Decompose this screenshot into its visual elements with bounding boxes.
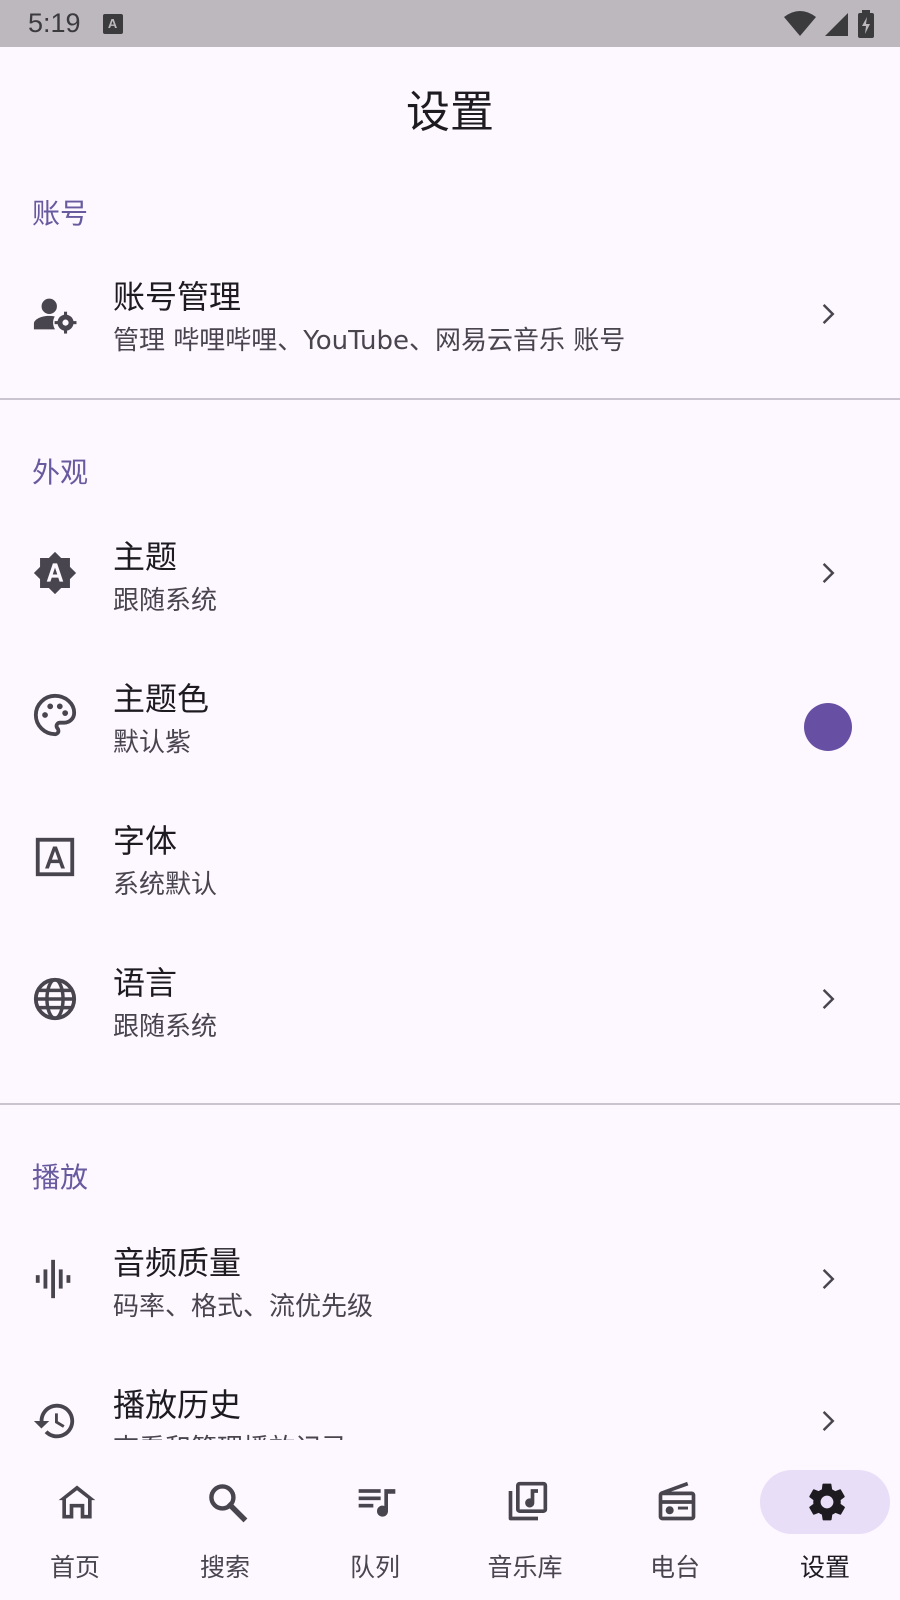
language-subtitle: 跟随系统 [113,1012,218,1042]
bottom-navigation: 首页 搜索 队列 音乐库 电台 设置 [0,1440,900,1600]
play-history-title: 播放历史 [113,1386,242,1424]
graphic-eq-icon [35,1259,71,1299]
manage-accounts-icon [33,298,77,334]
font-item[interactable]: 字体 系统默认 [0,798,900,938]
language-title: 语言 [113,964,178,1002]
chevron-right-icon [822,989,835,1009]
nav-library[interactable]: 音乐库 [450,1440,600,1600]
play-history-item[interactable]: 播放历史 查看和管理播放记录 [0,1362,900,1440]
divider [0,398,900,400]
nav-label: 队列 [349,1553,400,1582]
theme-color-title: 主题色 [113,680,210,718]
history-icon [33,1403,75,1439]
nav-label: 电台 [649,1553,700,1582]
search-icon [209,1484,248,1523]
theme-color-swatch [804,703,852,751]
theme-title: 主题 [113,538,178,576]
theme-subtitle: 跟随系统 [113,586,218,616]
radio-icon [658,1481,696,1521]
theme-color-item[interactable]: 主题色 默认紫 [0,656,900,796]
account-management-subtitle: 管理 哔哩哔哩、YouTube、网易云音乐 账号 [113,326,626,356]
home-icon [58,1485,96,1519]
nav-label: 首页 [49,1553,100,1582]
queue-music-icon [358,1489,396,1517]
section-label-appearance: 外观 [32,456,89,489]
font-subtitle: 系统默认 [113,870,218,900]
nav-settings[interactable]: 设置 [750,1440,900,1600]
account-management-title: 账号管理 [113,278,242,316]
brightness-auto-icon [33,551,77,595]
settings-list[interactable]: 设置 账号 账号管理 管理 哔哩哔哩、YouTube、网易云音乐 账号 外观 主… [0,0,900,1440]
theme-item[interactable]: 主题 跟随系统 [0,514,900,654]
palette-icon [33,693,77,737]
theme-color-subtitle: 默认紫 [113,728,192,758]
audio-quality-title: 音频质量 [113,1244,242,1282]
section-label-playback: 播放 [32,1161,89,1194]
nav-queue[interactable]: 队列 [300,1440,450,1600]
account-management-item[interactable]: 账号管理 管理 哔哩哔哩、YouTube、网易云音乐 账号 [0,250,900,390]
language-item[interactable]: 语言 跟随系统 [0,940,900,1080]
nav-search[interactable]: 搜索 [150,1440,300,1600]
audio-quality-item[interactable]: 音频质量 码率、格式、流优先级 [0,1220,900,1360]
play-history-subtitle: 查看和管理播放记录 [113,1428,347,1440]
font-icon [35,837,75,877]
divider [0,1103,900,1105]
nav-home[interactable]: 首页 [0,1440,150,1600]
section-label-account: 账号 [32,197,89,230]
chevron-right-icon [822,563,835,583]
page-title: 设置 [406,87,494,138]
font-title: 字体 [113,822,178,860]
nav-radio[interactable]: 电台 [600,1440,750,1600]
nav-label: 设置 [799,1553,850,1582]
nav-label: 搜索 [199,1553,250,1582]
library-music-icon [508,1481,548,1521]
chevron-right-icon [822,304,835,324]
globe-icon [33,977,77,1021]
audio-quality-subtitle: 码率、格式、流优先级 [113,1292,374,1322]
settings-icon [809,1483,845,1521]
chevron-right-icon [822,1269,835,1289]
chevron-right-icon [822,1411,835,1431]
nav-label: 音乐库 [487,1553,563,1582]
